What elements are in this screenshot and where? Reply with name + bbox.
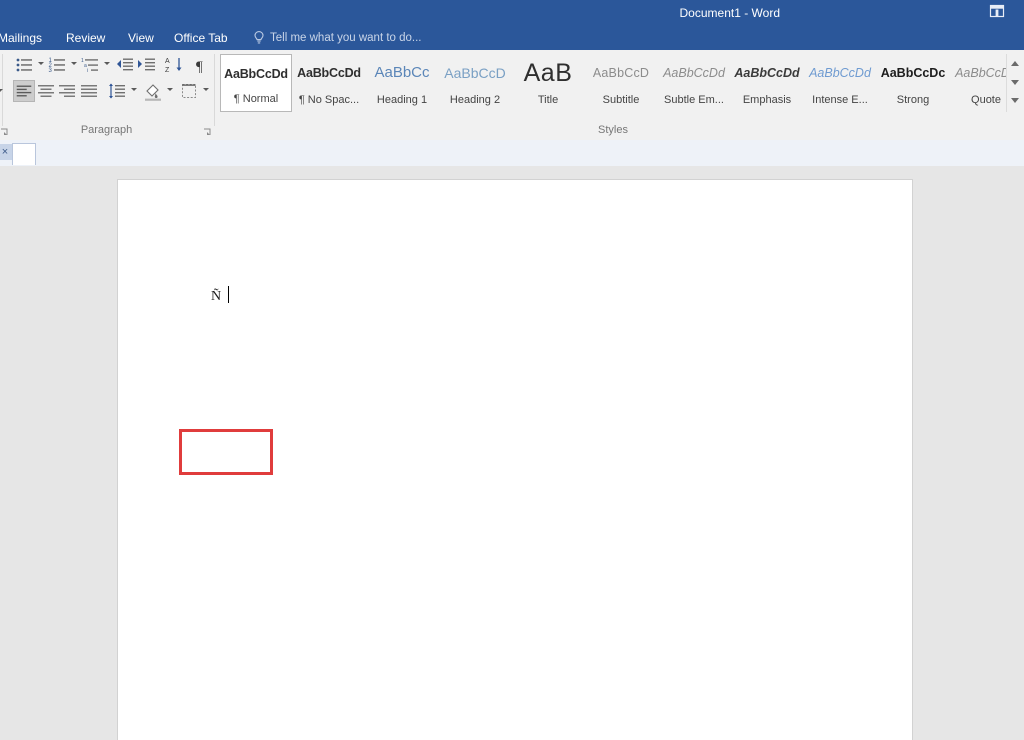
text-cursor — [228, 286, 229, 303]
increase-indent-button[interactable] — [136, 54, 158, 76]
svg-text:i: i — [87, 68, 88, 74]
document-text[interactable]: Ñ — [211, 289, 221, 305]
style-item-intense-emphasis[interactable]: AaBbCcDd Intense E... — [804, 54, 876, 112]
tell-me-search-input[interactable]: Tell me what you want to do... — [248, 26, 422, 50]
tab-view[interactable]: View — [120, 26, 162, 50]
line-spacing-button[interactable] — [106, 80, 128, 102]
sort-button[interactable]: A Z — [164, 54, 186, 76]
style-item-emphasis[interactable]: AaBbCcDd Emphasis — [731, 54, 803, 112]
style-name: ¶ No Spac... — [298, 94, 360, 106]
style-name: Intense E... — [812, 94, 868, 106]
styles-gallery: AaBbCcDd ¶ Normal AaBbCcDd ¶ No Spac... … — [220, 54, 1017, 112]
chevron-down-icon-numbering[interactable] — [71, 62, 77, 65]
style-preview: AaB — [523, 59, 573, 87]
style-item-heading-2[interactable]: AaBbCcD Heading 2 — [439, 54, 511, 112]
align-center-button[interactable] — [35, 80, 57, 102]
scroll-up-icon[interactable] — [1011, 61, 1019, 66]
chevron-down-icon-bullets[interactable] — [38, 62, 44, 65]
ribbon-tab-row: Mailings Review View Office Tab Tell me … — [0, 26, 1024, 50]
style-preview: AaBbCc — [374, 64, 430, 81]
chevron-down-icon-shading[interactable] — [167, 88, 173, 91]
style-preview: AaBbCcDd — [224, 67, 288, 81]
chevron-down-icon-borders[interactable] — [203, 88, 209, 91]
style-name: Heading 2 — [449, 94, 501, 106]
style-item-heading-1[interactable]: AaBbCc Heading 1 — [366, 54, 438, 112]
style-name: ¶ Normal — [233, 93, 279, 105]
group-label-styles: Styles — [598, 124, 628, 136]
office-tab-bar: × — [0, 140, 1024, 167]
group-separator-paragraph-styles — [214, 54, 215, 126]
style-item-subtle-emphasis[interactable]: AaBbCcDd Subtle Em... — [658, 54, 730, 112]
style-preview: AaBbCcDd — [663, 66, 725, 80]
title-bar: Document1 - Word — [0, 0, 1024, 26]
style-name: Heading 1 — [376, 94, 428, 106]
chevron-down-icon-font-left[interactable] — [0, 89, 3, 92]
group-label-paragraph: Paragraph — [80, 124, 133, 136]
more-styles-icon[interactable] — [1011, 98, 1019, 103]
borders-button[interactable] — [178, 80, 200, 102]
style-name: Emphasis — [742, 94, 792, 106]
chevron-down-icon-line-spacing[interactable] — [131, 88, 137, 91]
align-left-button[interactable] — [13, 80, 35, 102]
page-title: Document1 - Word — [679, 6, 780, 20]
align-right-button[interactable] — [56, 80, 78, 102]
show-formatting-marks-button[interactable]: ¶ — [191, 54, 213, 76]
style-preview: AaBbCcDd — [809, 66, 871, 80]
style-name: Strong — [896, 94, 930, 106]
style-item-normal[interactable]: AaBbCcDd ¶ Normal — [220, 54, 292, 112]
style-name: Title — [537, 94, 559, 106]
annotation-rectangle — [179, 429, 273, 475]
svg-text:Z: Z — [165, 67, 170, 74]
document-canvas[interactable]: Ñ — [0, 166, 1024, 740]
svg-text:¶: ¶ — [196, 59, 203, 75]
chevron-down-icon-multilevel[interactable] — [104, 62, 110, 65]
style-item-strong[interactable]: AaBbCcDc Strong — [877, 54, 949, 112]
style-preview: AaBbCcDd — [734, 66, 800, 80]
style-preview: AaBbCcD — [444, 65, 506, 81]
tab-review[interactable]: Review — [58, 26, 113, 50]
numbering-button[interactable]: 1 2 3 — [47, 54, 69, 76]
paragraph-dialog-launcher[interactable] — [203, 125, 213, 135]
tab-office-tab[interactable]: Office Tab — [166, 26, 236, 50]
text-highlight-color-button[interactable] — [0, 54, 8, 76]
bullets-button[interactable] — [14, 54, 36, 76]
svg-text:A: A — [165, 58, 170, 65]
align-justify-button[interactable] — [78, 80, 100, 102]
style-item-subtitle[interactable]: AaBbCcD Subtitle — [585, 54, 657, 112]
styles-gallery-scroll — [1006, 54, 1023, 112]
decrease-indent-button[interactable] — [114, 54, 136, 76]
document-tab[interactable] — [12, 143, 36, 165]
tab-mailings[interactable]: Mailings — [0, 26, 50, 50]
style-item-no-spacing[interactable]: AaBbCcDd ¶ No Spac... — [293, 54, 365, 112]
scroll-down-icon[interactable] — [1011, 80, 1019, 85]
style-name: Subtle Em... — [664, 94, 724, 106]
shading-button[interactable] — [142, 80, 164, 102]
style-item-title[interactable]: AaB Title — [512, 54, 584, 112]
style-preview: AaBbCcDc — [880, 66, 946, 80]
style-preview: AaBbCcDd — [297, 66, 361, 80]
ribbon-display-options-icon[interactable] — [988, 2, 1006, 20]
svg-text:3: 3 — [49, 68, 53, 74]
close-icon[interactable]: × — [0, 144, 12, 160]
multilevel-list-button[interactable]: 1 a i — [80, 54, 102, 76]
style-name: Subtitle — [602, 94, 640, 106]
style-preview: AaBbCcD — [592, 66, 650, 80]
